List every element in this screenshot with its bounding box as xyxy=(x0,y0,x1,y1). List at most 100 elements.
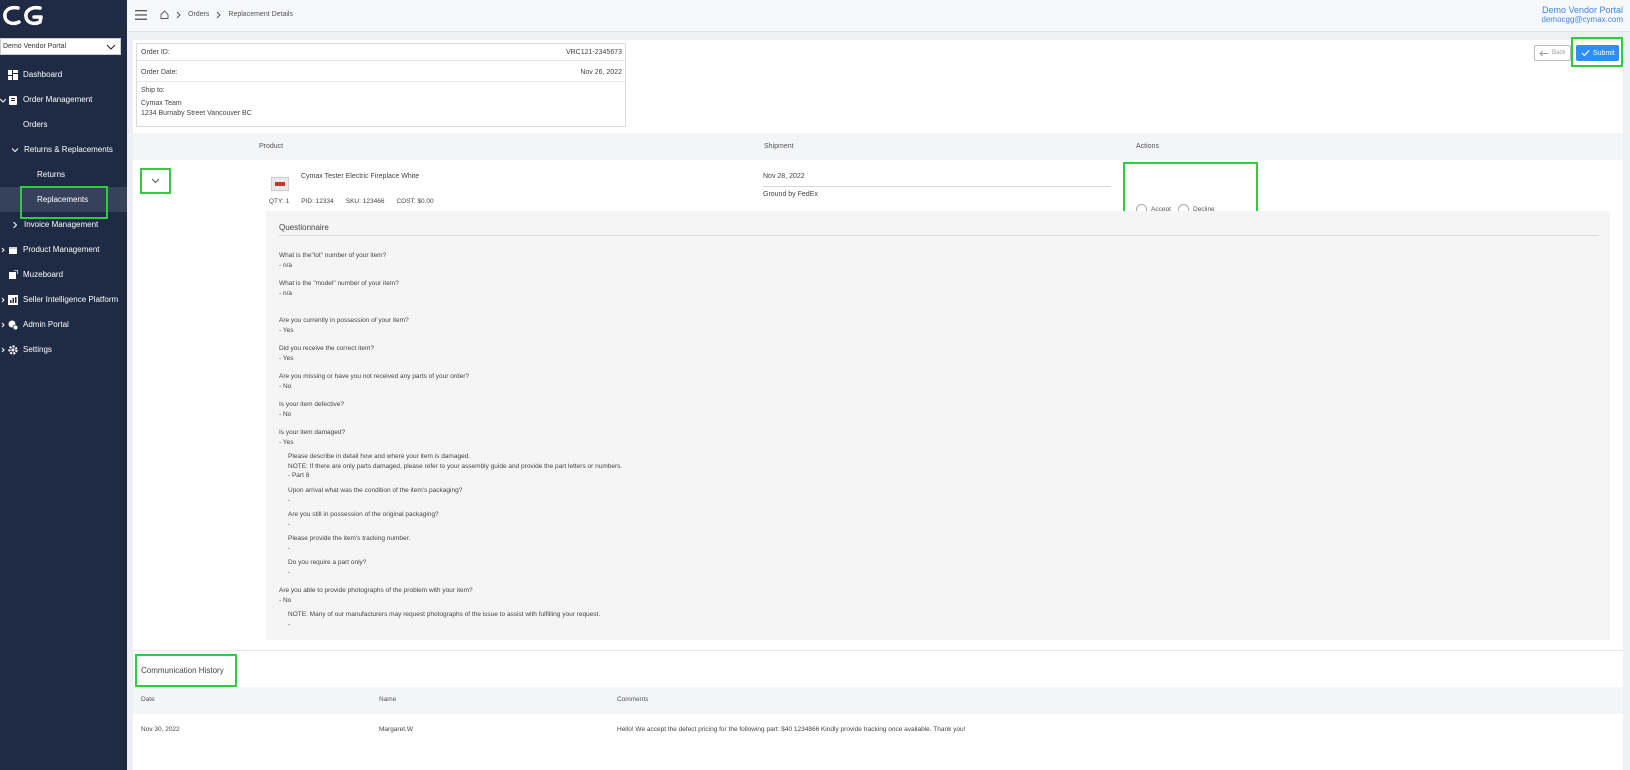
sidebar-item-label: Orders xyxy=(23,120,48,129)
sidebar-item-label: Muzeboard xyxy=(23,270,64,279)
qa-item: What is the "model" number of your item?… xyxy=(279,280,399,297)
chevron-right-icon xyxy=(13,221,18,228)
submit-highlight-box xyxy=(1571,37,1623,67)
chevron-right-icon xyxy=(1,347,5,353)
chevron-down-icon xyxy=(151,178,160,184)
qa-item: Please provide the item's tracking numbe… xyxy=(288,535,411,552)
col-product: Product xyxy=(259,143,284,150)
hamburger-menu-icon[interactable] xyxy=(135,10,147,20)
divider xyxy=(137,81,625,82)
order-date-label: Order Date: xyxy=(141,69,178,76)
sidebar-item-label: Settings xyxy=(23,345,52,354)
sidebar-item-replacements[interactable]: Replacements xyxy=(0,186,127,219)
shipment-carrier: Ground by FedEx xyxy=(763,191,818,198)
sidebar-item-seller-intelligence[interactable]: Seller Intelligence Platform xyxy=(0,287,127,312)
sidebar-item-label: Returns & Replacements xyxy=(24,145,113,154)
dashboard-icon xyxy=(8,69,18,80)
sidebar-item-label: Seller Intelligence Platform xyxy=(23,295,119,304)
product-pid: PID: 12334 xyxy=(301,198,334,205)
admin-icon xyxy=(8,320,18,330)
user-info[interactable]: Demo Vendor Portal democgg@cymax.com xyxy=(1542,5,1623,24)
clipboard-icon xyxy=(8,95,18,105)
sidebar-item-label: Returns xyxy=(37,170,66,179)
qa-item: Are you able to provide photographs of t… xyxy=(279,587,473,604)
sidebar-item-settings[interactable]: Settings xyxy=(0,337,127,362)
product-table-header: Product Shipment Actions xyxy=(133,133,1623,160)
order-id-label: Order ID: xyxy=(141,49,170,56)
arrow-left-icon xyxy=(1539,50,1548,56)
qa-item: NOTE: Many of our manufacturers may requ… xyxy=(288,611,601,628)
sidebar-item-label: Replacements xyxy=(37,195,89,204)
breadcrumb: Orders Replacement Details xyxy=(160,10,293,19)
questionnaire-title: Questionnaire xyxy=(279,223,329,232)
chevron-right-icon xyxy=(1,297,5,303)
vendor-portal-select[interactable]: Demo Vendor Portal xyxy=(0,38,121,55)
comm-name: Margaret.W xyxy=(379,726,413,733)
qa-item: Is your item defective? - No xyxy=(279,401,345,418)
chevron-right-icon xyxy=(1,247,5,253)
divider xyxy=(137,60,625,61)
col-actions: Actions xyxy=(1136,143,1159,150)
col-name: Name xyxy=(379,696,397,703)
qa-item: Are you currently in possession of your … xyxy=(279,317,409,334)
chevron-right-icon xyxy=(1,322,5,328)
sidebar-item-product-management[interactable]: Product Management xyxy=(0,237,127,262)
user-email: democgg@cymax.com xyxy=(1541,15,1623,24)
ship-to-name: Cymax Team xyxy=(141,100,182,107)
chevron-right-icon xyxy=(217,11,222,18)
qa-item: Do you require a part only? - xyxy=(288,559,367,576)
order-summary: Order ID: VRC121-2345673 Order Date: Nov… xyxy=(136,43,626,127)
sidebar-item-returns-replacements[interactable]: Returns & Replacements xyxy=(0,137,127,162)
qa-item: Did you receive the correct item? - Yes xyxy=(279,345,375,362)
communication-highlight-box xyxy=(135,654,237,687)
qa-item: What is the"lot" number of your item? - … xyxy=(279,252,387,269)
home-icon[interactable] xyxy=(160,10,169,19)
sidebar-item-returns[interactable]: Returns xyxy=(0,162,127,187)
product-thumbnail xyxy=(271,177,289,191)
box-icon xyxy=(8,245,18,255)
col-comments: Comments xyxy=(617,696,649,703)
order-id-value: VRC121-2345673 xyxy=(565,49,622,56)
chevron-right-icon xyxy=(176,11,181,18)
sidebar-item-label: Product Management xyxy=(23,245,100,254)
back-button[interactable]: Back xyxy=(1534,45,1571,61)
cg-logo[interactable] xyxy=(0,2,50,30)
chevron-down-icon xyxy=(106,44,116,50)
col-date: Date xyxy=(141,696,155,703)
divider xyxy=(279,235,1599,236)
sidebar-item-label: Order Management xyxy=(23,95,93,104)
breadcrumb-orders[interactable]: Orders xyxy=(188,11,209,18)
sidebar-item-muzeboard[interactable]: Muzeboard xyxy=(0,262,127,287)
qa-item: Please describe in detail how and where … xyxy=(288,453,623,479)
sidebar-item-invoice-management[interactable]: Invoice Management xyxy=(0,212,127,237)
board-icon xyxy=(8,269,18,280)
product-sku: SKU: 123466 xyxy=(345,198,385,205)
gear-icon xyxy=(8,344,18,355)
order-date-value: Nov 26, 2022 xyxy=(580,69,622,76)
divider xyxy=(763,186,1111,187)
sidebar-item-orders[interactable]: Orders xyxy=(0,112,127,137)
questionnaire-panel: Questionnaire What is the"lot" number of… xyxy=(266,211,1610,640)
sidebar-item-label: Dashboard xyxy=(23,70,63,79)
sidebar-item-dashboard[interactable]: Dashboard xyxy=(0,62,127,87)
communication-table-header: Date Name Comments xyxy=(133,687,1623,714)
vendor-select-value: Demo Vendor Portal xyxy=(3,43,67,50)
chevron-down-icon xyxy=(0,98,6,103)
qa-item: Is your item damaged? - Yes xyxy=(279,429,346,446)
sidebar-item-label: Invoice Management xyxy=(24,220,99,229)
qa-item: Are you still in possession of the origi… xyxy=(288,511,439,528)
sidebar-item-admin-portal[interactable]: Admin Portal xyxy=(0,312,127,337)
product-qty: QTY: 1 xyxy=(269,198,290,205)
col-shipment: Shipment xyxy=(764,143,794,150)
expand-row-button[interactable] xyxy=(140,168,171,194)
communication-history: Communication History Date Name Comments… xyxy=(133,650,1623,770)
comm-comment: Hello! We accept the defect pricing for … xyxy=(617,726,966,733)
comm-date: Nov 30, 2022 xyxy=(141,726,180,733)
product-cost: COST: $0.00 xyxy=(396,198,434,205)
shipment-date: Nov 28, 2022 xyxy=(763,173,805,180)
product-name[interactable]: Cymax Tester Electric Fireplace White xyxy=(301,173,419,180)
sidebar-item-order-management[interactable]: Order Management xyxy=(0,87,127,112)
qa-item: Are you missing or have you not received… xyxy=(279,373,470,390)
ship-to-address: 1234 Burnaby Street Vancouver BC xyxy=(141,110,252,117)
user-name: Demo Vendor Portal xyxy=(1541,5,1623,15)
